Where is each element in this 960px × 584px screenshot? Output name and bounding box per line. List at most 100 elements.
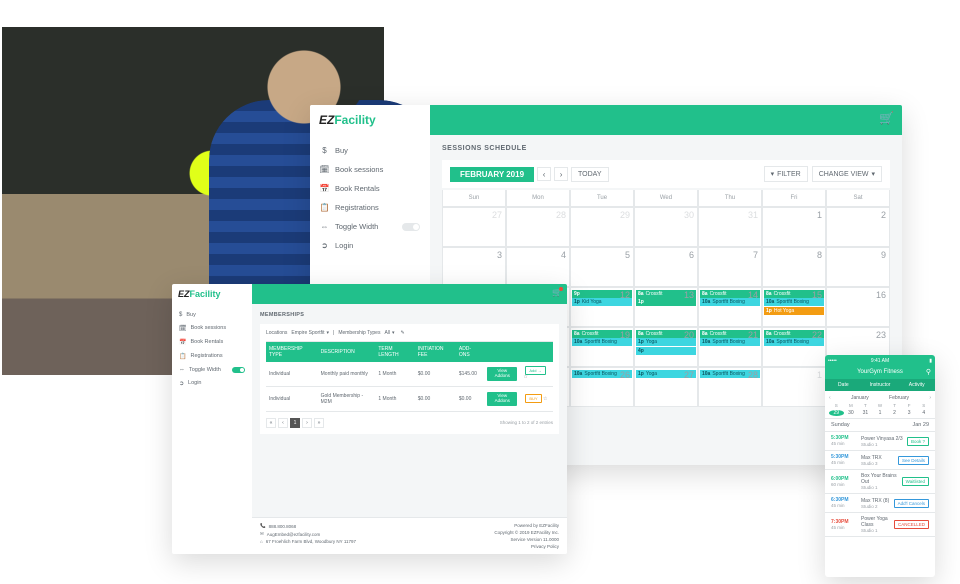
calendar-day[interactable]: 28: [506, 207, 570, 247]
calendar-day[interactable]: 4: [506, 247, 570, 287]
page-button[interactable]: ‹: [278, 418, 288, 428]
calendar-day[interactable]: 198aCrossfit10aSportfit Boxing: [570, 327, 634, 367]
mini-day[interactable]: 3: [902, 410, 917, 416]
calendar-day[interactable]: 27: [442, 207, 506, 247]
session-action-button[interactable]: Book ?: [907, 437, 929, 446]
footer-privacy[interactable]: Privacy Policy: [494, 544, 559, 549]
calendar-day[interactable]: 9: [826, 247, 890, 287]
day-number: 14: [748, 290, 758, 300]
mini-day[interactable]: 31: [858, 410, 873, 416]
session-action-button[interactable]: Add'l Cancels: [894, 499, 929, 508]
calendar-day[interactable]: 2810aSportfit Boxing: [698, 367, 762, 407]
calendar-dow: Fri: [762, 190, 826, 207]
session-row[interactable]: 7:30PM45 minPower Yoga ClassStudio 1CANC…: [825, 513, 935, 537]
mini-day[interactable]: 30: [844, 410, 859, 416]
change-view-button[interactable]: CHANGE VIEW ▾: [812, 166, 882, 182]
favorite-icon[interactable]: ☆: [523, 374, 527, 380]
row-action-button[interactable]: Add →: [525, 366, 545, 375]
sidebar-item-book-sessions[interactable]: 🗓Book sessions: [310, 160, 430, 179]
calendar-day[interactable]: 7: [698, 247, 762, 287]
calendar-day[interactable]: 271pYoga: [634, 367, 698, 407]
tab-instructor[interactable]: Instructor: [862, 379, 899, 391]
sidebar-item-registrations[interactable]: 📋Registrations: [172, 349, 252, 363]
calendar-day[interactable]: 1: [762, 207, 826, 247]
sidebar-item-toggle-width[interactable]: ⇔Toggle Width: [310, 217, 430, 236]
session-action-button[interactable]: See Details: [898, 456, 929, 465]
session-row[interactable]: 6:30PM45 minMax TRX (8)Studio 2Add'l Can…: [825, 494, 935, 513]
table-cell: Monthly paid monthly: [318, 362, 376, 386]
calendar-day[interactable]: 148aCrossfit10aSportfit Boxing: [698, 287, 762, 327]
today-button[interactable]: TODAY: [571, 167, 608, 182]
calendar-day[interactable]: 29: [570, 207, 634, 247]
sidebar-item-toggle-width[interactable]: ⇔Toggle Width: [172, 363, 252, 376]
calendar-day[interactable]: 138aCrossfit1p: [634, 287, 698, 327]
calendar-day[interactable]: 2610aSportfit Boxing: [570, 367, 634, 407]
calendar-day[interactable]: 218aCrossfit10aSportfit Boxing: [698, 327, 762, 367]
session-action-button[interactable]: Waitlisted: [902, 477, 929, 486]
filter-button[interactable]: ▾ FILTER: [764, 166, 808, 182]
view-addons-button[interactable]: View Addons: [487, 367, 517, 381]
crumb-location-value[interactable]: Empire Sportfit ▾: [291, 330, 329, 336]
prev-button[interactable]: ‹: [537, 167, 551, 181]
edit-icon[interactable]: ✎: [401, 330, 405, 336]
calendar-day[interactable]: 6: [634, 247, 698, 287]
view-addons-button[interactable]: View Addons: [487, 392, 517, 406]
sidebar-item-book-sessions[interactable]: 🗓Book sessions: [172, 321, 252, 335]
calendar-day[interactable]: 129p1pKid Yoga: [570, 287, 634, 327]
page-button[interactable]: 1: [290, 418, 300, 428]
page-button[interactable]: ›: [302, 418, 312, 428]
mini-day[interactable]: 1: [873, 410, 888, 416]
sidebar-item-registrations[interactable]: 📋Registrations: [310, 198, 430, 217]
next-month-icon[interactable]: ›: [929, 395, 931, 401]
calendar-day[interactable]: 2: [826, 207, 890, 247]
calendar-day[interactable]: 8: [762, 247, 826, 287]
calendar-day[interactable]: 3: [442, 247, 506, 287]
toggle-switch[interactable]: [402, 223, 420, 231]
mini-day[interactable]: 4: [916, 410, 931, 416]
sidebar-item-login[interactable]: ➲Login: [172, 376, 252, 390]
day-number: 6: [689, 250, 694, 260]
cart-icon[interactable]: 🛒: [552, 288, 562, 297]
crumb-locations[interactable]: Locations: [266, 330, 287, 336]
calendar-dow: Wed: [634, 190, 698, 207]
calendar-day[interactable]: 30: [634, 207, 698, 247]
tab-activity[interactable]: Activity: [898, 379, 935, 391]
footer-phone: 📞 888.800.8068: [260, 523, 356, 529]
calendar-day[interactable]: 228aCrossfit10aSportfit Boxing: [762, 327, 826, 367]
row-action-button[interactable]: BUY: [525, 394, 541, 403]
page-button[interactable]: «: [266, 418, 276, 428]
mini-dow: M: [844, 403, 859, 408]
calendar-day[interactable]: 1: [762, 367, 826, 407]
page-button[interactable]: »: [314, 418, 324, 428]
calendar-day[interactable]: 16: [826, 287, 890, 327]
session-row[interactable]: 5:30PM45 minPower Vinyasa 2/3Studio 1Boo…: [825, 432, 935, 451]
sidebar-item-buy[interactable]: $Buy: [172, 308, 252, 321]
session-action-button[interactable]: CANCELLED: [894, 520, 929, 529]
sidebar-item-book-rentals[interactable]: 📅Book Rentals: [172, 335, 252, 349]
calendar-day[interactable]: 5: [570, 247, 634, 287]
sidebar-item-login[interactable]: ➲Login: [310, 236, 430, 255]
session-row[interactable]: 5:30PM45 minMax TRXStudio 3See Details: [825, 451, 935, 470]
nav-label: Book sessions: [335, 165, 383, 174]
calendar-event[interactable]: 4p: [636, 347, 696, 355]
cart-icon[interactable]: 🛒: [879, 111, 894, 125]
mini-day[interactable]: 2: [887, 410, 902, 416]
favorite-icon[interactable]: ☆: [542, 396, 548, 402]
day-number: 15: [812, 290, 822, 300]
calendar-event[interactable]: 1pHot Yoga: [764, 307, 824, 315]
day-number: 27: [492, 210, 502, 220]
calendar-day[interactable]: 208aCrossfit1pYoga4p: [634, 327, 698, 367]
mini-day[interactable]: 29: [829, 410, 844, 416]
tab-date[interactable]: Date: [825, 379, 862, 391]
sidebar-item-book-rentals[interactable]: 📅Book Rentals: [310, 179, 430, 198]
pin-icon[interactable]: ⚲: [926, 368, 931, 376]
toggle-switch[interactable]: [232, 367, 245, 373]
sidebar-item-buy[interactable]: $Buy: [310, 141, 430, 160]
calendar-day[interactable]: 158aCrossfit10aSportfit Boxing1pHot Yoga: [762, 287, 826, 327]
calendar-day[interactable]: 31: [698, 207, 762, 247]
prev-month-icon[interactable]: ‹: [829, 395, 831, 401]
session-time: 6:00PM60 min: [831, 476, 857, 488]
next-button[interactable]: ›: [554, 167, 568, 181]
crumb-types-value[interactable]: All ▾: [384, 330, 394, 336]
session-row[interactable]: 6:00PM60 minBox Your Brains OutStudio 1W…: [825, 470, 935, 494]
